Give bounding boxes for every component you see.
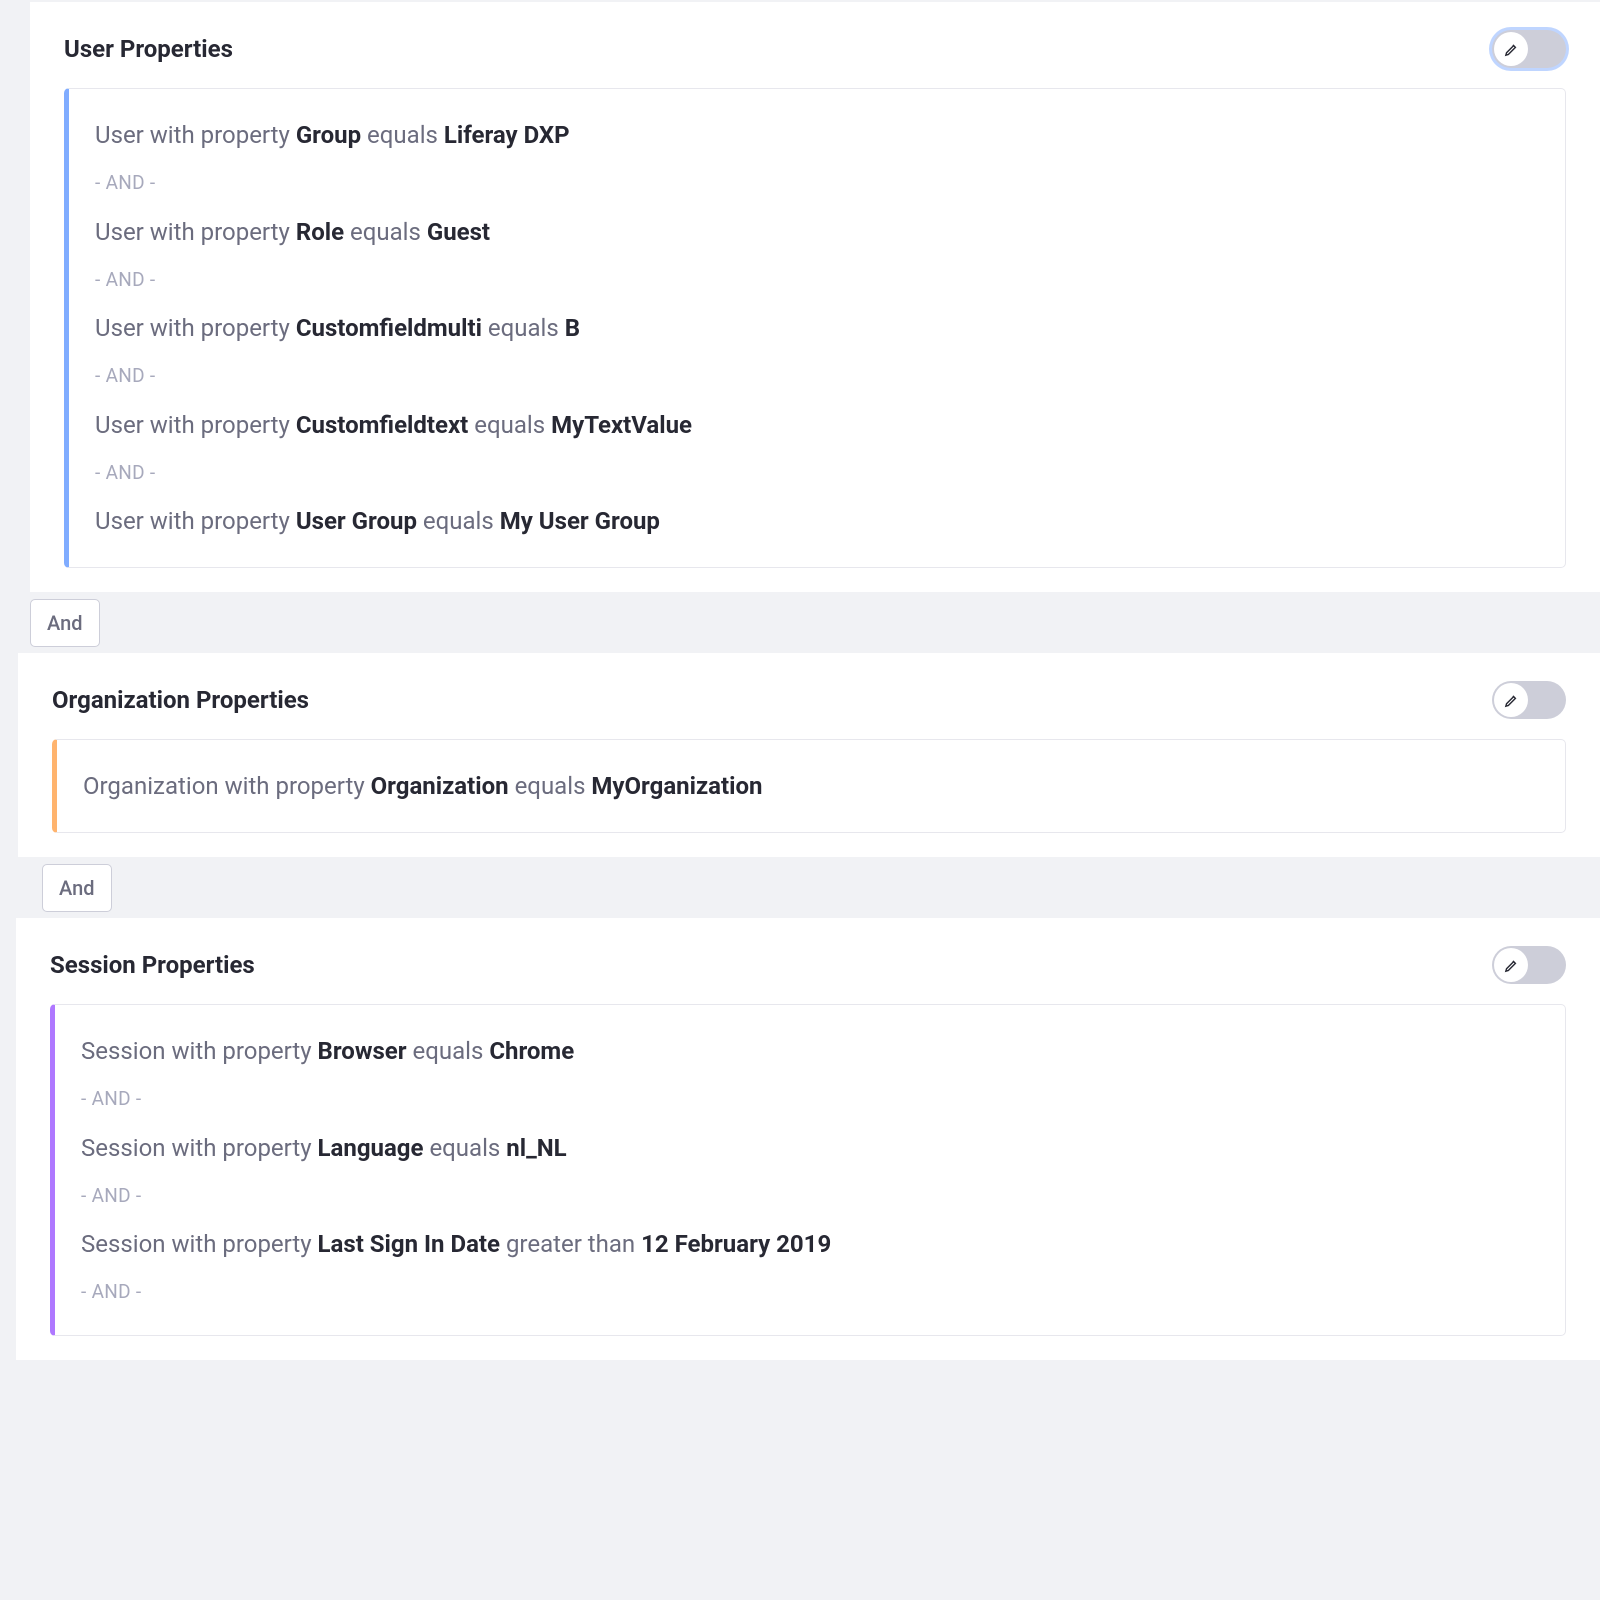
rules-box: Organization with property Organization … — [52, 739, 1566, 833]
section-header: User Properties — [64, 30, 1566, 68]
section-header: Session Properties — [50, 946, 1566, 984]
and-separator: - AND - — [95, 451, 1539, 496]
and-separator: - AND - — [81, 1077, 1539, 1122]
pencil-icon — [1494, 948, 1528, 982]
between-connector: And — [0, 858, 1600, 918]
and-separator: - AND - — [95, 258, 1539, 303]
rules-box: User with property Group equals Liferay … — [64, 88, 1566, 568]
segment-criteria-wrapper: User Properties User with property Group… — [0, 0, 1600, 1361]
rule-line: User with property Customfieldtext equal… — [95, 399, 1539, 451]
and-connector-button[interactable]: And — [30, 599, 100, 647]
section-session-properties: Session Properties Session with property… — [16, 918, 1600, 1361]
section-organization-properties: Organization Properties Organization wit… — [18, 653, 1600, 858]
section-title: Session Properties — [50, 947, 255, 983]
edit-toggle[interactable] — [1492, 681, 1566, 719]
between-connector: And — [0, 593, 1600, 653]
and-separator: - AND - — [95, 161, 1539, 206]
section-title: User Properties — [64, 31, 233, 67]
and-separator: - AND - — [81, 1174, 1539, 1219]
rules-box: Session with property Browser equals Chr… — [50, 1004, 1566, 1336]
rule-line: User with property Group equals Liferay … — [95, 109, 1539, 161]
rule-line: Session with property Last Sign In Date … — [81, 1218, 1539, 1270]
section-title: Organization Properties — [52, 682, 309, 718]
edit-toggle[interactable] — [1492, 946, 1566, 984]
rule-line: User with property Role equals Guest — [95, 206, 1539, 258]
rule-line: Organization with property Organization … — [83, 760, 1539, 812]
section-header: Organization Properties — [52, 681, 1566, 719]
pencil-icon — [1494, 683, 1528, 717]
rule-line: User with property User Group equals My … — [95, 495, 1539, 547]
section-user-properties: User Properties User with property Group… — [30, 2, 1600, 593]
and-separator: - AND - — [81, 1270, 1539, 1315]
rule-line: Session with property Browser equals Chr… — [81, 1025, 1539, 1077]
edit-toggle[interactable] — [1492, 30, 1566, 68]
and-separator: - AND - — [95, 354, 1539, 399]
and-connector-button[interactable]: And — [42, 864, 112, 912]
pencil-icon — [1494, 32, 1528, 66]
rule-line: Session with property Language equals nl… — [81, 1122, 1539, 1174]
rule-line: User with property Customfieldmulti equa… — [95, 302, 1539, 354]
